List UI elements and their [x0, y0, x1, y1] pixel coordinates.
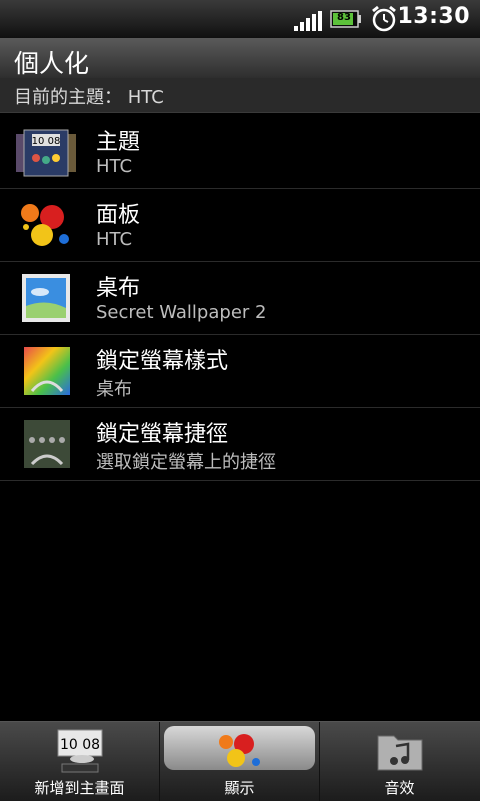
list-item-value: HTC	[96, 156, 133, 177]
title-bar: 個人化	[0, 38, 480, 78]
battery-level: 83	[337, 12, 351, 23]
tab-display[interactable]: 顯示	[160, 722, 320, 801]
battery-icon: 83	[330, 9, 362, 29]
list-item-label: 鎖定螢幕捷徑	[96, 422, 229, 447]
list-item-skin[interactable]: 面板 HTC	[0, 189, 480, 262]
list-item-label: 主題	[96, 130, 141, 155]
list-item-label: 鎖定螢幕樣式	[96, 349, 229, 374]
tab-add-to-home[interactable]: 10 08 新增到主畫面	[0, 722, 160, 801]
bottom-tab-bar: 10 08 新增到主畫面 顯示 音效	[0, 721, 480, 801]
tab-sound[interactable]: 音效	[320, 722, 479, 801]
display-paint-icon	[218, 734, 260, 767]
signal-icon	[294, 11, 322, 31]
lockscreen-shortcut-icon	[24, 420, 70, 468]
theme-icon: 10 08	[16, 129, 76, 177]
lockscreen-style-icon	[24, 347, 70, 395]
tab-label: 顯示	[224, 779, 255, 797]
list-item-value: HTC	[96, 229, 133, 250]
tab-label: 新增到主畫面	[34, 779, 125, 797]
current-theme-bar: 目前的主題： HTC	[0, 78, 480, 113]
list-item-value: Secret Wallpaper 2	[96, 302, 267, 323]
list-item-wallpaper[interactable]: 桌布 Secret Wallpaper 2	[0, 262, 480, 335]
current-theme-text: 目前的主題： HTC	[14, 87, 164, 108]
list-item-lockscreen-style[interactable]: 鎖定螢幕樣式 桌布	[0, 335, 480, 408]
wallpaper-icon	[22, 274, 70, 322]
sound-folder-icon	[377, 735, 422, 771]
list-item-value: 選取鎖定螢幕上的捷徑	[96, 452, 276, 473]
alarm-clock-icon	[372, 5, 396, 32]
list-item-label: 桌布	[96, 276, 141, 301]
add-to-home-clock: 10 08	[59, 737, 99, 753]
status-time: 13:30	[397, 4, 470, 29]
list-item-label: 面板	[96, 203, 141, 228]
tab-label: 音效	[384, 779, 415, 797]
list-item-value: 桌布	[96, 379, 132, 400]
status-bar: 83 13:30	[0, 0, 480, 38]
personalize-list: 10 08 主題 HTC 面板 HTC 桌布 Secret Wallpaper …	[0, 116, 480, 481]
add-to-home-icon: 10 08	[57, 729, 102, 773]
skin-paint-splash-icon	[21, 204, 69, 246]
theme-icon-clock: 10 08	[32, 136, 61, 147]
list-item-lockscreen-shortcut[interactable]: 鎖定螢幕捷徑 選取鎖定螢幕上的捷徑	[0, 408, 480, 481]
page-title: 個人化	[14, 49, 90, 78]
list-item-theme[interactable]: 10 08 主題 HTC	[0, 116, 480, 189]
